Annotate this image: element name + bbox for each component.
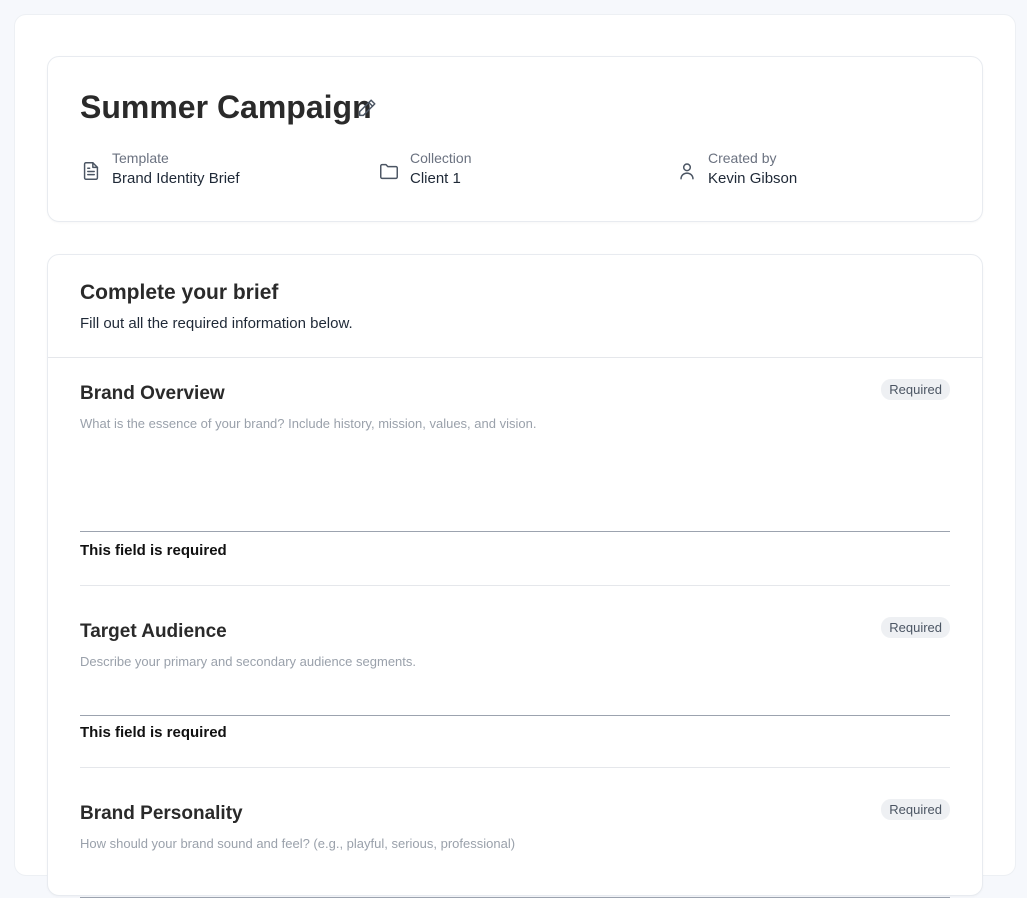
meta-created-by-label: Created by (708, 150, 777, 166)
divider (48, 357, 982, 358)
error-message: This field is required (80, 724, 227, 741)
meta-collection-value: Client 1 (410, 170, 461, 187)
section-title: Brand Personality (80, 803, 243, 824)
error-message: This field is required (80, 542, 227, 559)
page-container: Summer Campaign Template Brand Identity … (14, 14, 1016, 898)
brief-form-card: Complete your brief Fill out all the req… (47, 254, 983, 898)
section-description: Describe your primary and secondary audi… (80, 654, 417, 669)
pencil-icon[interactable] (356, 97, 378, 119)
brief-subtitle: Fill out all the required information be… (80, 315, 353, 332)
document-icon (80, 160, 102, 182)
required-badge: Required (881, 379, 950, 400)
target-audience-input[interactable] (80, 681, 950, 716)
page-title: Summer Campaign (80, 89, 372, 125)
section-title: Target Audience (80, 621, 227, 642)
meta-template-label: Template (112, 150, 169, 166)
meta-created-by-value: Kevin Gibson (708, 170, 798, 187)
required-badge: Required (881, 617, 950, 638)
section-description: How should your brand sound and feel? (e… (80, 836, 516, 851)
user-icon (676, 160, 698, 182)
divider (80, 585, 950, 586)
brand-personality-input[interactable] (80, 863, 950, 898)
folder-icon (378, 160, 400, 182)
meta-template-value: Brand Identity Brief (112, 170, 240, 187)
brief-title: Complete your brief (80, 281, 279, 304)
required-badge: Required (881, 799, 950, 820)
section-description: What is the essence of your brand? Inclu… (80, 416, 537, 431)
divider (80, 767, 950, 768)
meta-collection-label: Collection (410, 150, 472, 166)
brand-overview-input[interactable] (80, 443, 950, 532)
section-title: Brand Overview (80, 383, 225, 404)
brief-header-card: Summer Campaign Template Brand Identity … (47, 56, 983, 222)
